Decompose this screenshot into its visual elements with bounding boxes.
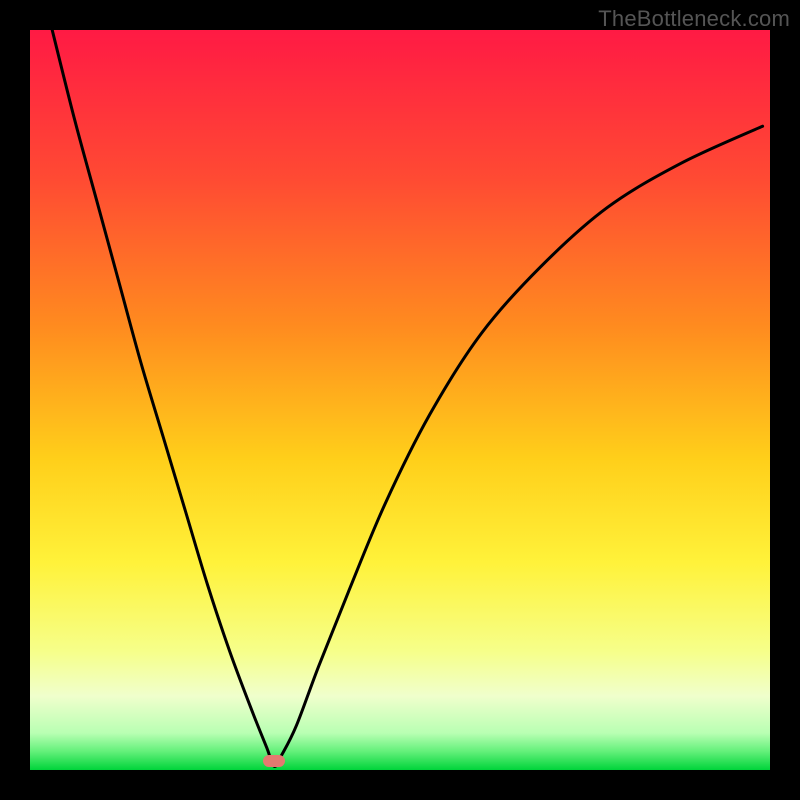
trough-marker [263, 755, 285, 767]
watermark-text: TheBottleneck.com [598, 6, 790, 32]
curve-svg [30, 30, 770, 770]
bottleneck-curve [52, 30, 762, 766]
plot-area [30, 30, 770, 770]
